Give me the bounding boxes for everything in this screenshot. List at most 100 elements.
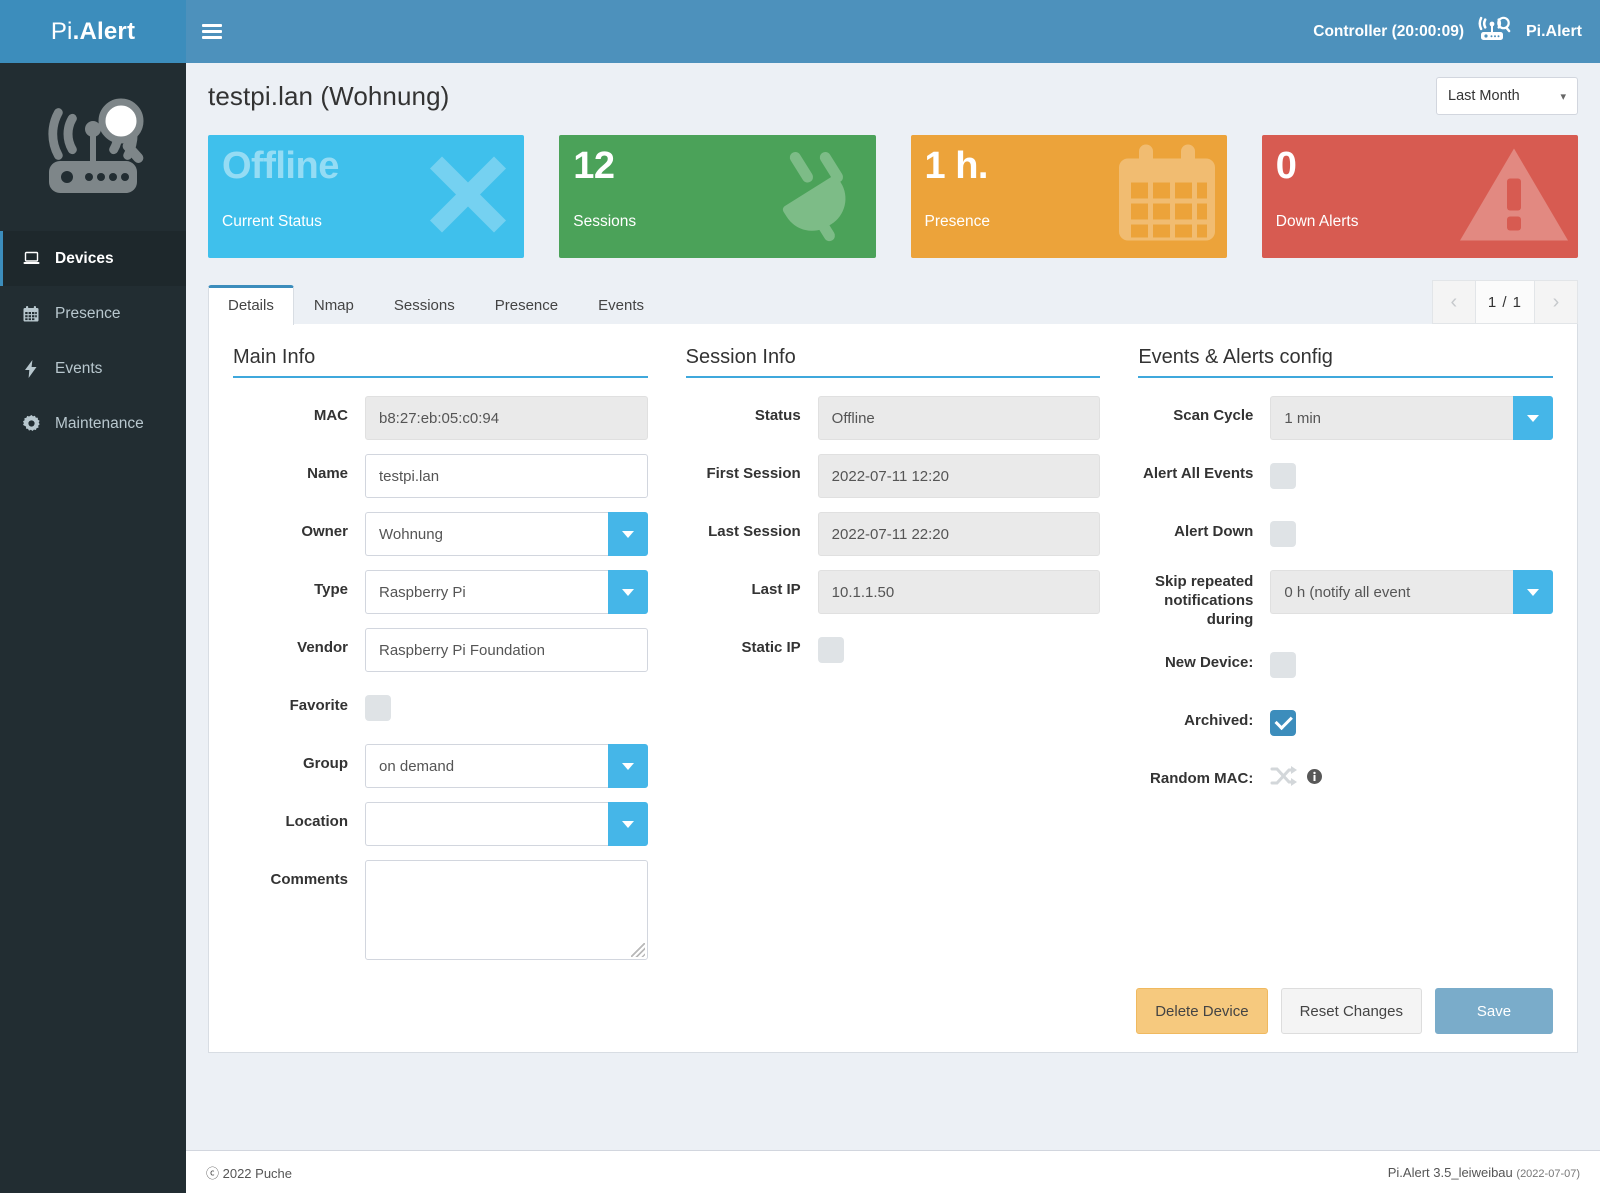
group-select[interactable]: on demand [365,744,648,788]
field-label: Group [303,755,348,772]
owner-select-value: Wohnung [365,512,608,556]
stat-box-presence[interactable]: 1 h. Presence [910,135,1227,258]
group-select-value: on demand [365,744,608,788]
field-last-session: Last Session 2022-07-11 22:20 [686,512,1101,556]
stat-box-sessions[interactable]: 12 Sessions [559,135,876,258]
details-card: Main Info MAC b8:27:eb:05:c0:94 Name tes… [208,324,1578,1053]
tab-list: Details Nmap Sessions Presence Events [208,284,664,325]
field-label: Name [307,465,348,482]
tab-events[interactable]: Events [578,285,664,325]
type-select[interactable]: Raspberry Pi [365,570,648,614]
stat-value: 1 h. [924,145,989,187]
field-vendor: Vendor Raspberry Pi Foundation [233,628,648,672]
location-select[interactable] [365,802,648,846]
tab-nmap[interactable]: Nmap [294,285,374,325]
save-button[interactable]: Save [1435,988,1553,1034]
body-area: Devices Presence Events Maintenance test… [0,63,1600,1193]
hamburger-icon[interactable] [186,0,238,63]
shuffle-icon [1270,765,1298,792]
footer-version-date: (2022-07-07) [1516,1167,1580,1180]
sidebar-item-events[interactable]: Events [0,341,186,396]
info-circle-icon[interactable] [1307,768,1323,789]
sidebar-menu: Devices Presence Events Maintenance [0,231,186,451]
dropdown-caret-icon[interactable] [607,570,648,614]
field-label: Last Session [708,523,801,540]
tab-details[interactable]: Details [208,285,294,325]
field-alert-all-events: Alert All Events [1138,454,1553,498]
stat-value: Offline [222,145,339,187]
pager-page-indicator: 1 / 1 [1474,280,1535,324]
field-label: MAC [313,407,348,424]
alert-all-events-checkbox[interactable] [1270,463,1297,489]
content-inner: testpi.lan (Wohnung) Last Month ▾ Offlin… [186,63,1600,1150]
static-ip-checkbox[interactable] [817,637,844,663]
field-label: New Device: [1164,654,1254,672]
footer: ⓒ 2022 Puche Pi.Alert 3.5_leiweibau (202… [186,1150,1600,1193]
session-info-title: Session Info [685,346,1101,378]
tab-label: Events [598,297,644,314]
new-device-checkbox[interactable] [1270,652,1297,679]
bolt-icon [21,359,41,378]
scan-cycle-select[interactable]: 1 min [1270,396,1554,440]
page-title: testpi.lan (Wohnung) [208,81,450,111]
archived-checkbox[interactable] [1270,710,1297,737]
tab-presence[interactable]: Presence [475,285,578,325]
stat-box-down-alerts[interactable]: 0 Down Alerts [1261,135,1578,258]
field-label: Alert Down [1174,523,1254,540]
field-label: Scan Cycle [1173,407,1254,424]
sidebar-item-presence[interactable]: Presence [0,286,186,341]
navbar-app-name[interactable]: Pi.Alert [1526,23,1582,41]
dropdown-caret-icon[interactable] [1513,570,1554,614]
field-label: Type [314,581,348,598]
field-label: Favorite [289,697,348,714]
tab-label: Sessions [393,297,455,314]
tab-sessions[interactable]: Sessions [374,285,475,325]
field-location: Location [233,802,648,846]
pager-prev-button[interactable]: ‹ [1431,280,1476,324]
sidebar: Devices Presence Events Maintenance [0,63,186,1193]
reset-changes-button[interactable]: Reset Changes [1280,988,1422,1034]
field-label: Random MAC: [1150,770,1254,788]
events-config-column: Events & Alerts config Scan Cycle 1 min [1138,346,1554,974]
brand-suffix: .Alert [72,17,136,45]
owner-select[interactable]: Wohnung [365,512,648,556]
random-mac-indicator [1270,765,1553,792]
status-input: Offline [817,396,1101,440]
sidebar-item-label: Devices [55,249,114,267]
field-label: First Session [706,465,801,482]
skip-label-line2: notifications during [1164,591,1254,628]
top-navbar: Pi .Alert Controller (20:00:09) Pi.Alert [0,0,1600,63]
main-info-column: Main Info MAC b8:27:eb:05:c0:94 Name tes… [233,346,648,974]
footer-version: Pi.Alert 3.5_leiweibau (2022-07-07) [1388,1165,1580,1180]
alert-down-checkbox[interactable] [1270,521,1297,547]
field-label: Location [285,813,349,830]
brand-logo[interactable]: Pi .Alert [0,0,186,63]
stat-label: Sessions [573,212,637,230]
sidebar-item-label: Presence [55,304,121,322]
pager-next-button[interactable]: › [1534,280,1578,324]
details-columns: Main Info MAC b8:27:eb:05:c0:94 Name tes… [233,346,1554,974]
dropdown-caret-icon[interactable] [1513,396,1554,440]
vendor-input[interactable]: Raspberry Pi Foundation [365,628,648,672]
field-owner: Owner Wohnung [233,512,648,556]
controller-status: Controller (20:00:09) [1313,22,1464,40]
dropdown-caret-icon[interactable] [607,512,648,556]
router-scan-icon [1478,16,1512,47]
dropdown-caret-icon[interactable] [607,802,648,846]
name-input[interactable]: testpi.lan [365,454,648,498]
stat-box-current-status[interactable]: Offline Current Status [208,135,525,258]
field-alert-down: Alert Down [1138,512,1553,556]
sidebar-item-maintenance[interactable]: Maintenance [0,396,186,451]
sidebar-item-devices[interactable]: Devices [0,231,186,286]
calendar-icon [21,305,41,322]
delete-device-button[interactable]: Delete Device [1136,988,1268,1034]
dropdown-caret-icon[interactable] [607,744,648,788]
location-select-value [365,802,608,846]
skip-repeated-select[interactable]: 0 h (notify all event [1270,570,1554,614]
comments-textarea[interactable] [365,860,648,960]
favorite-checkbox[interactable] [365,695,391,721]
main-content: testpi.lan (Wohnung) Last Month ▾ Offlin… [186,63,1600,1193]
stat-value: 12 [573,145,615,187]
period-select[interactable]: Last Month ▾ [1436,77,1578,115]
tab-label: Nmap [313,297,354,314]
